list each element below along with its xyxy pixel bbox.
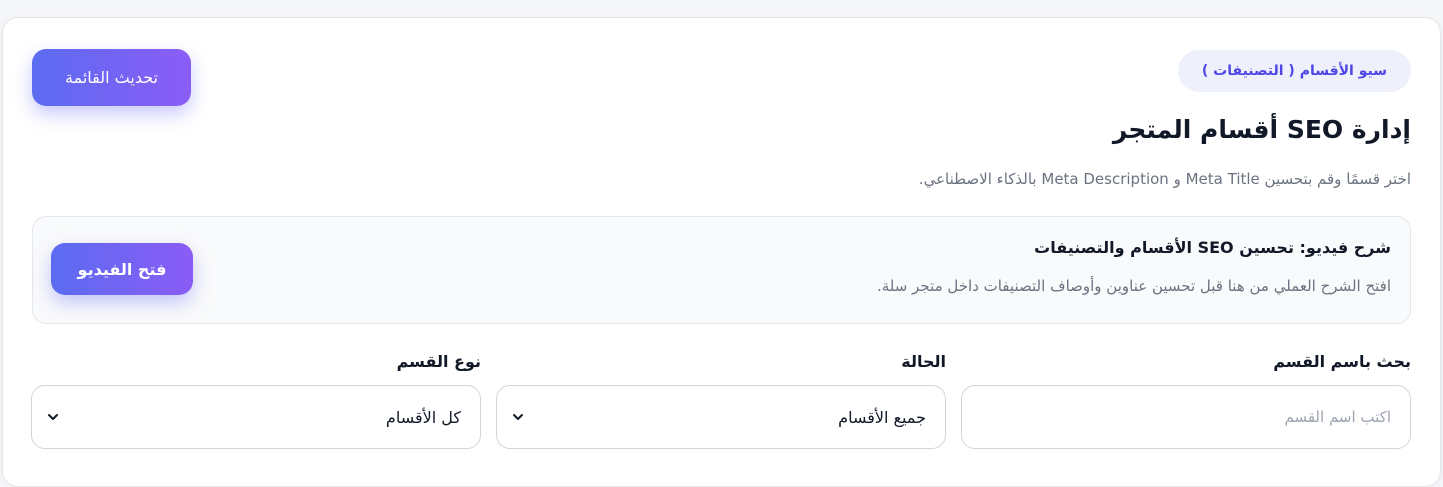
video-title: شرح فيديو: تحسين SEO الأقسام والتصنيفات (1034, 238, 1391, 257)
open-video-button[interactable]: فتح الفيديو (51, 243, 193, 295)
search-placeholder: اكتب اسم القسم (1284, 408, 1391, 426)
video-explainer-box: شرح فيديو: تحسين SEO الأقسام والتصنيفات … (32, 216, 1411, 324)
page-title: إدارة SEO أقسام المتجر (1112, 115, 1411, 144)
section-badge: سيو الأقسام ( التصنيفات ) (1177, 50, 1411, 92)
video-description: افتح الشرح العملي من هنا قبل تحسين عناوي… (877, 277, 1391, 295)
status-selected-value: جميع الأقسام (838, 407, 926, 427)
seo-categories-card: تحديث القائمة سيو الأقسام ( التصنيفات ) … (2, 17, 1441, 487)
status-select[interactable]: جميع الأقسام (496, 385, 946, 449)
type-label: نوع القسم (396, 352, 481, 371)
category-search-input[interactable]: اكتب اسم القسم (961, 385, 1411, 449)
type-selected-value: كل الأقسام (385, 407, 461, 427)
refresh-list-button[interactable]: تحديث القائمة (32, 49, 191, 106)
search-label: بحث باسم القسم (1273, 352, 1411, 371)
chevron-down-icon (48, 414, 58, 420)
chevron-down-icon (513, 414, 523, 420)
category-type-select[interactable]: كل الأقسام (31, 385, 481, 449)
page-subtitle: اختر قسمًا وقم بتحسين Meta Title و Meta … (918, 170, 1411, 188)
status-label: الحالة (901, 352, 946, 371)
